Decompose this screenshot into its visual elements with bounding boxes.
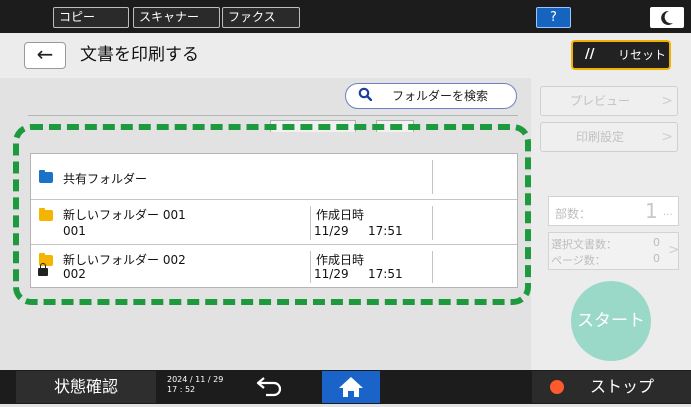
- created-label: 作成日時: [316, 253, 365, 267]
- folder-icon: [39, 208, 53, 221]
- stop-button[interactable]: ストップ: [532, 371, 691, 403]
- created-time: 17:51: [368, 267, 403, 281]
- preview-button[interactable]: プレビュー >: [540, 86, 678, 116]
- tab-fax[interactable]: ファクス: [222, 7, 300, 28]
- folder-number: 002: [63, 267, 86, 281]
- undo-icon: [256, 377, 282, 397]
- folder-row-001[interactable]: 新しいフォルダー 001 001 作成日時 11/29 17:51: [31, 200, 517, 245]
- chevron-right-icon: >: [661, 129, 673, 145]
- selected-docs-label: 選択文書数：: [551, 238, 617, 251]
- copies-label: 部数：: [555, 207, 592, 221]
- column-divider: [310, 206, 311, 240]
- night-mode-button[interactable]: [650, 7, 684, 28]
- pages-label: ページ数：: [551, 254, 606, 267]
- copies-field[interactable]: 部数： 1 ...: [548, 196, 679, 226]
- column-divider: [432, 206, 433, 240]
- copies-value: 1: [645, 199, 658, 223]
- pages-value: 0: [653, 252, 660, 265]
- folder-search-button[interactable]: フォルダーを検索: [345, 83, 517, 109]
- reset-label: リセット: [618, 48, 667, 62]
- column-divider: [432, 160, 433, 194]
- print-settings-button[interactable]: 印刷設定 >: [540, 122, 678, 152]
- home-button[interactable]: [322, 371, 380, 403]
- tab-copy[interactable]: コピー: [53, 7, 129, 28]
- chevron-right-icon: >: [668, 242, 680, 258]
- folder-list: 共有フォルダー 新しいフォルダー 001 001 作成日時 11/29 17:5…: [30, 153, 518, 288]
- night-mode-icon: [661, 10, 673, 25]
- lock-icon: [38, 263, 48, 276]
- help-label: ?: [550, 10, 557, 25]
- created-date: 11/29: [314, 224, 349, 238]
- stop-icon: [550, 380, 564, 394]
- back-button[interactable]: ←: [24, 42, 66, 69]
- created-label: 作成日時: [316, 208, 365, 222]
- home-icon: [339, 377, 363, 397]
- help-button[interactable]: ?: [536, 7, 571, 28]
- folder-name: 共有フォルダー: [63, 172, 148, 186]
- tab-scanner[interactable]: スキャナー: [133, 7, 220, 28]
- page-title: 文書を印刷する: [80, 45, 199, 65]
- selected-docs-field[interactable]: 選択文書数： 0 ページ数： 0 >: [548, 232, 680, 270]
- column-divider: [432, 251, 433, 283]
- back-arrow-icon: ←: [36, 42, 54, 66]
- stop-label: ストップ: [590, 377, 655, 396]
- search-icon: [358, 87, 372, 101]
- folder-row-002[interactable]: 新しいフォルダー 002 002 作成日時 11/29 17:51: [31, 245, 517, 288]
- folder-row-shared[interactable]: 共有フォルダー: [31, 154, 517, 200]
- folder-icon: [39, 170, 53, 183]
- selected-docs-value: 0: [653, 236, 660, 249]
- folder-name: 新しいフォルダー 001: [63, 208, 186, 222]
- reset-icon: //: [585, 47, 595, 62]
- copies-more: ...: [663, 207, 673, 218]
- clock-time: 17 : 52: [167, 385, 196, 394]
- folder-name: 新しいフォルダー 002: [63, 253, 186, 267]
- reset-button[interactable]: // リセット: [571, 40, 671, 70]
- folder-search-label: フォルダーを検索: [392, 89, 489, 103]
- chevron-right-icon: >: [661, 93, 673, 109]
- print-settings-label: 印刷設定: [575, 130, 624, 144]
- created-time: 17:51: [368, 224, 403, 238]
- clock: 2024 / 11 / 29 17 : 52: [167, 375, 223, 395]
- created-date: 11/29: [314, 267, 349, 281]
- start-button[interactable]: スタート: [571, 281, 651, 361]
- column-divider: [310, 251, 311, 283]
- clock-date: 2024 / 11 / 29: [167, 375, 224, 384]
- folder-number: 001: [63, 224, 86, 238]
- status-check-button[interactable]: 状態確認: [16, 371, 156, 403]
- undo-button[interactable]: [245, 371, 295, 403]
- preview-label: プレビュー: [569, 94, 630, 108]
